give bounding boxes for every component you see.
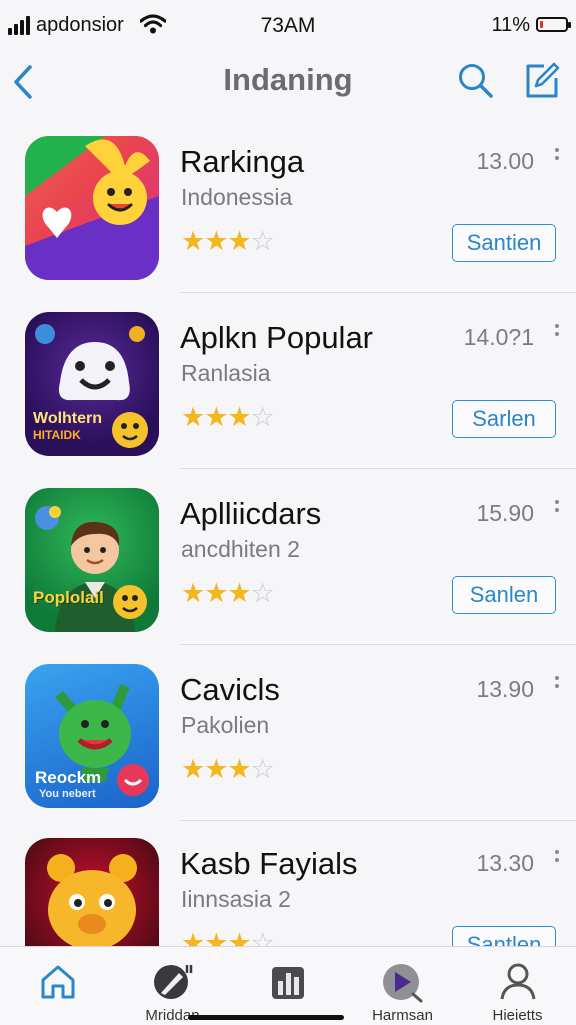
list-item[interactable]: Kasb Fayials Iinnsasia 2 13.30 ★★★☆ Sant… (0, 820, 576, 946)
icon-text: Poplolail (33, 588, 104, 607)
person-icon (500, 963, 535, 1000)
star-rating: ★★★☆ (181, 578, 275, 608)
tab-mriddan[interactable]: Mriddan (115, 947, 230, 1025)
icon-text: You nebert (39, 788, 96, 800)
icon-text: Reockm (35, 768, 102, 787)
app-list: Rarkinga Indonessia 13.00 ★★★☆ Santien W… (0, 118, 576, 946)
home-indicator (188, 1015, 344, 1020)
star-rating: ★★★☆ (181, 226, 275, 256)
status-bar: apdonsior 73AM 11% (0, 0, 576, 52)
chart-icon (271, 967, 304, 999)
more-icon[interactable] (554, 148, 560, 168)
app-subtitle: Iinnsasia 2 (181, 886, 291, 912)
get-button[interactable]: Santien (452, 224, 556, 262)
list-item[interactable]: Wolhtern HITAIDK Aplkn Popular Ranlasia … (0, 294, 576, 469)
navigation-bar: Indaning (0, 52, 576, 114)
app-name: Aplkn Popular (180, 320, 374, 355)
search-icon[interactable] (456, 61, 496, 101)
star-rating: ★★★☆ (181, 928, 275, 947)
compose-icon[interactable] (522, 60, 562, 100)
app-price: 13.90 (476, 676, 534, 702)
tab-hieietts[interactable]: Hieietts (460, 947, 575, 1025)
app-name: Rarkinga (180, 144, 305, 179)
app-price: 13.30 (476, 850, 534, 876)
tab-label: Hieietts (492, 1007, 543, 1024)
tab-charts[interactable] (230, 947, 345, 1025)
search-pen-icon (153, 965, 192, 999)
get-button[interactable]: Sarlen (452, 400, 556, 438)
app-icon: Poplolail (25, 488, 159, 632)
app-price: 13.00 (476, 148, 534, 174)
more-icon[interactable] (554, 500, 560, 520)
list-item[interactable]: Reockm You nebert Cavicls Pakolien 13.90… (0, 646, 576, 821)
clock: 73AM (260, 14, 316, 37)
app-icon: Wolhtern HITAIDK (25, 312, 159, 456)
app-price: 15.90 (476, 500, 534, 526)
app-subtitle: Pakolien (181, 712, 270, 738)
play-icon (382, 964, 422, 1003)
battery-percent: 11% (491, 14, 530, 36)
star-rating: ★★★☆ (181, 402, 275, 432)
app-icon (25, 136, 159, 280)
icon-text: HITAIDK (33, 428, 81, 442)
app-icon (25, 838, 159, 946)
more-icon[interactable] (554, 324, 560, 344)
app-name: Kasb Fayials (180, 846, 358, 881)
get-button[interactable]: Sanlen (452, 576, 556, 614)
get-button[interactable]: Santlen (452, 926, 556, 946)
tab-bar: Mriddan Harmsan Hieietts (0, 946, 576, 1025)
star-rating: ★★★☆ (181, 754, 275, 784)
more-icon[interactable] (554, 850, 560, 870)
app-name: Aplliicdars (180, 496, 322, 531)
tab-home[interactable] (0, 947, 115, 1025)
app-subtitle: ancdhiten 2 (181, 536, 300, 562)
app-name: Cavicls (180, 672, 280, 707)
battery-icon (536, 17, 571, 32)
app-subtitle: Indonessia (181, 184, 293, 210)
list-item[interactable]: Rarkinga Indonessia 13.00 ★★★☆ Santien (0, 118, 576, 293)
list-item[interactable]: Poplolail Aplliicdars ancdhiten 2 15.90 … (0, 470, 576, 645)
more-icon[interactable] (554, 676, 560, 696)
tab-harmsan[interactable]: Harmsan (345, 947, 460, 1025)
app-price: 14.0?1 (463, 324, 534, 350)
home-icon (41, 965, 74, 999)
app-subtitle: Ranlasia (181, 360, 271, 386)
icon-text: Wolhtern (33, 410, 103, 427)
app-icon: Reockm You nebert (25, 664, 159, 808)
tab-label: Harmsan (372, 1007, 433, 1024)
